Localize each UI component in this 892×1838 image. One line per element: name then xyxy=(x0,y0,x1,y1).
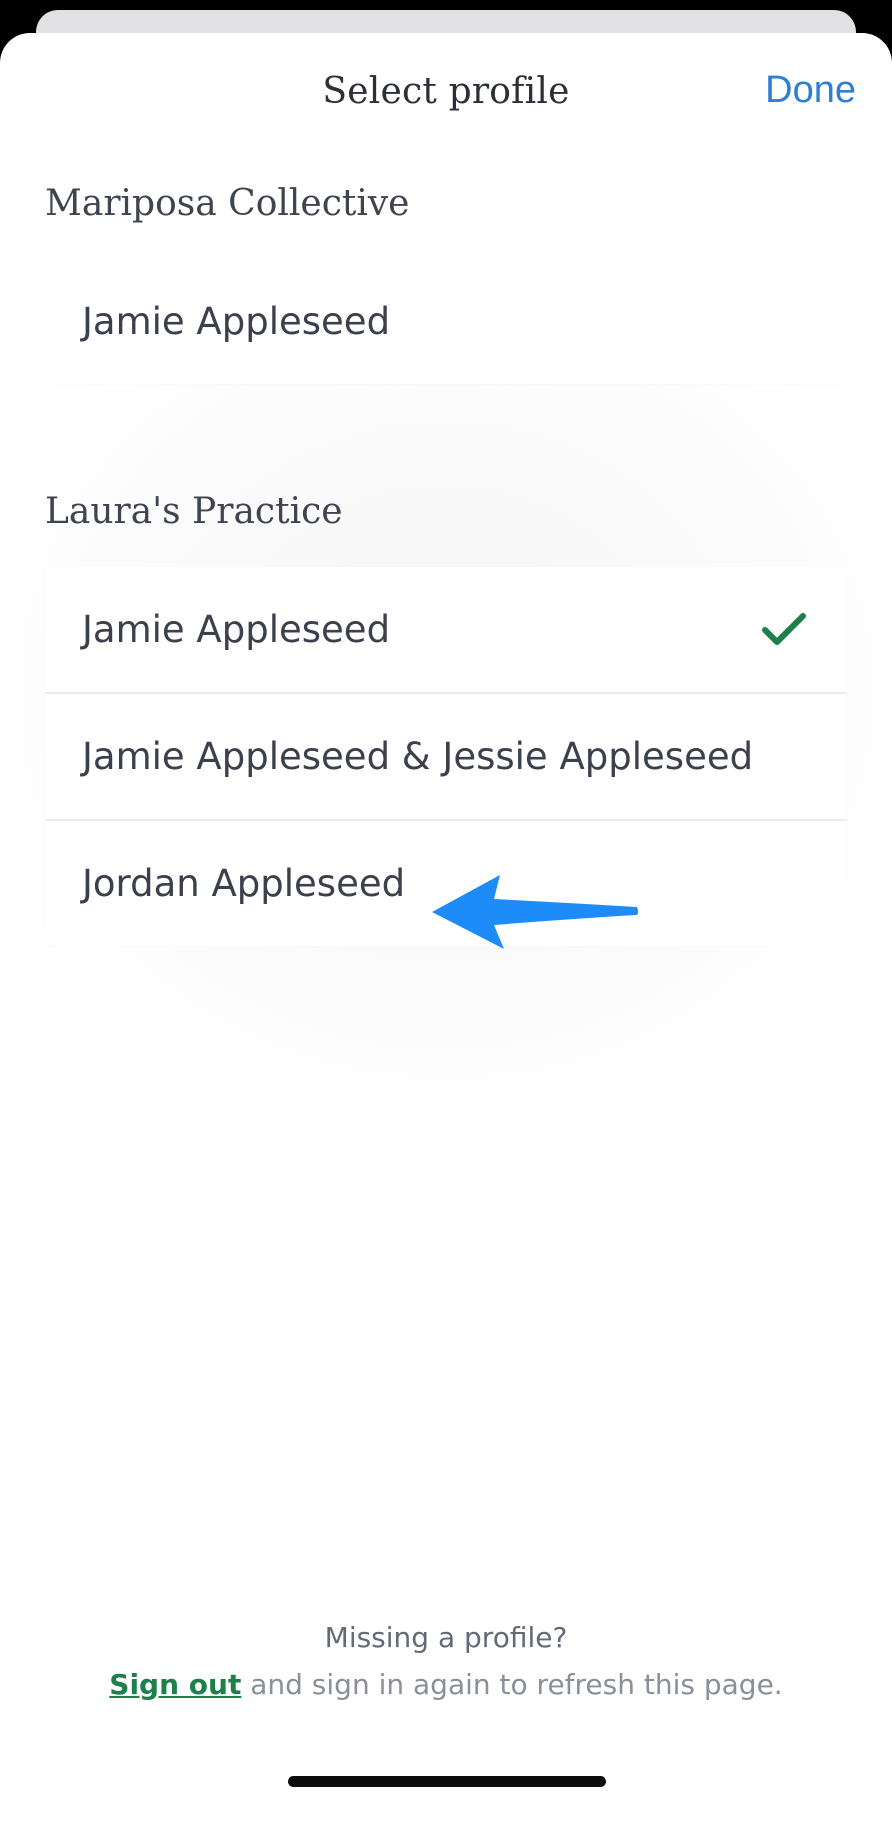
page-title: Select profile xyxy=(322,71,570,112)
group-title-lauras-practice: Laura's Practice xyxy=(45,491,343,532)
arrow-left-icon xyxy=(432,875,638,949)
missing-profile-question: Missing a profile? xyxy=(324,1621,568,1654)
profile-picker-sheet: Select profile Done Mariposa Collective … xyxy=(0,33,892,1838)
checkmark-icon xyxy=(762,613,806,645)
sheet-header: Select profile Done xyxy=(0,33,892,163)
sign-out-link[interactable]: Sign out xyxy=(109,1668,241,1701)
footer-instructions: Sign out and sign in again to refresh th… xyxy=(0,1668,892,1701)
profile-name: Jamie Appleseed & Jessie Appleseed xyxy=(82,735,754,778)
profile-name: Jordan Appleseed xyxy=(82,862,406,905)
profile-row[interactable]: Jamie Appleseed & Jessie Appleseed xyxy=(45,694,847,821)
group-title-mariposa-collective: Mariposa Collective xyxy=(45,183,410,224)
profile-row-selected[interactable]: Jamie Appleseed xyxy=(45,567,847,694)
footer-help: Missing a profile? Sign out and sign in … xyxy=(0,1621,892,1701)
profile-group-card: Jamie Appleseed xyxy=(45,259,847,384)
footer-instructions-text: and sign in again to refresh this page. xyxy=(241,1668,783,1701)
profile-name: Jamie Appleseed xyxy=(82,608,391,651)
profile-name: Jamie Appleseed xyxy=(82,300,391,343)
done-button[interactable]: Done xyxy=(765,69,856,112)
profile-row[interactable]: Jamie Appleseed xyxy=(45,259,847,384)
home-indicator xyxy=(288,1776,606,1787)
